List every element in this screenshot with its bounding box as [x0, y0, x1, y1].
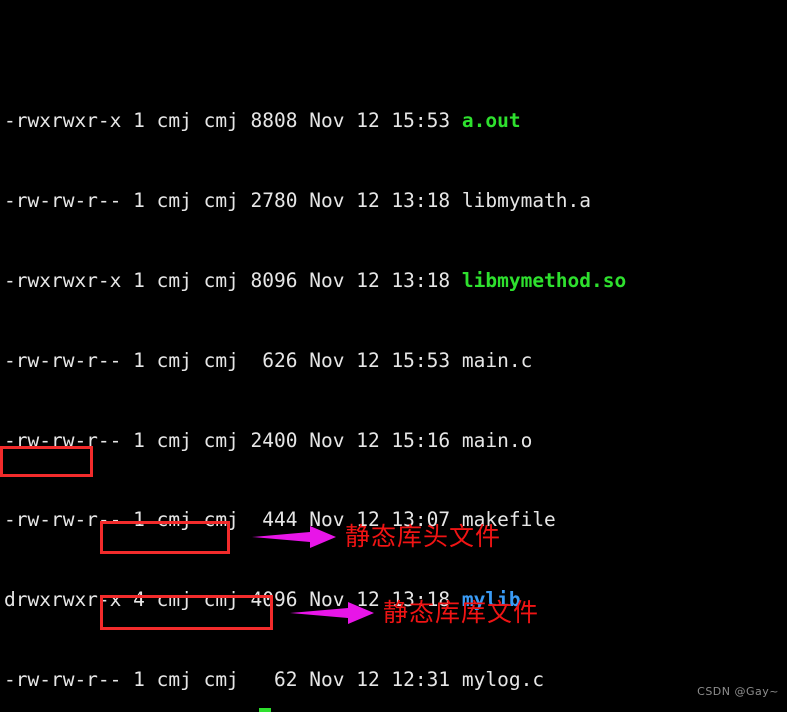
- ls-row-filename: libmymath.a: [461, 189, 592, 213]
- ls-row-filename: a.out: [461, 109, 521, 133]
- next-prompt-line[interactable]: [cmj@VM-12-9-centos 2023_11_12]$: [4, 708, 391, 712]
- ls-row-meta: -rw-rw-r-- 1 cmj cmj 626 Nov 12 15:53: [4, 348, 462, 372]
- ls-row: -rw-rw-r-- 1 cmj cmj 2780 Nov 12 13:18 l…: [4, 188, 626, 215]
- ls-row-filename: mylog.c: [461, 667, 545, 691]
- terminal-cursor: [259, 708, 271, 712]
- ls-row-filename: main.c: [461, 348, 533, 372]
- ls-row: -rw-rw-r-- 1 cmj cmj 2400 Nov 12 15:16 m…: [4, 428, 626, 455]
- csdn-watermark: CSDN @Gay~: [697, 685, 779, 699]
- annotation-header-file: 静态库头文件: [345, 522, 502, 551]
- ls-row-meta: -rw-rw-r-- 1 cmj cmj 2780 Nov 12 13:18: [4, 189, 462, 213]
- annotation-library-file: 静态库库文件: [383, 598, 540, 627]
- ls-row-meta: -rw-rw-r-- 1 cmj cmj 62 Nov 12 12:31: [4, 667, 462, 691]
- ls-row-meta: -rwxrwxr-x 1 cmj cmj 8808 Nov 12 15:53: [4, 109, 462, 133]
- ls-row-filename: libmymethod.so: [461, 268, 627, 292]
- ls-row: -rwxrwxr-x 1 cmj cmj 8096 Nov 12 13:18 l…: [4, 268, 626, 295]
- ls-row: -rw-rw-r-- 1 cmj cmj 444 Nov 12 13:07 ma…: [4, 507, 626, 534]
- terminal-window[interactable]: -rwxrwxr-x 1 cmj cmj 8808 Nov 12 15:53 a…: [0, 0, 787, 712]
- ls-row: -rw-rw-r-- 1 cmj cmj 626 Nov 12 15:53 ma…: [4, 348, 626, 375]
- ls-row-meta: -rw-rw-r-- 1 cmj cmj 2400 Nov 12 15:16: [4, 428, 462, 452]
- ls-row: -rw-rw-r-- 1 cmj cmj 62 Nov 12 12:31 myl…: [4, 667, 626, 694]
- ls-row-filename: main.o: [461, 428, 533, 452]
- ls-row: -rwxrwxr-x 1 cmj cmj 8808 Nov 12 15:53 a…: [4, 108, 626, 135]
- ls-row-meta: -rwxrwxr-x 1 cmj cmj 8096 Nov 12 13:18: [4, 268, 462, 292]
